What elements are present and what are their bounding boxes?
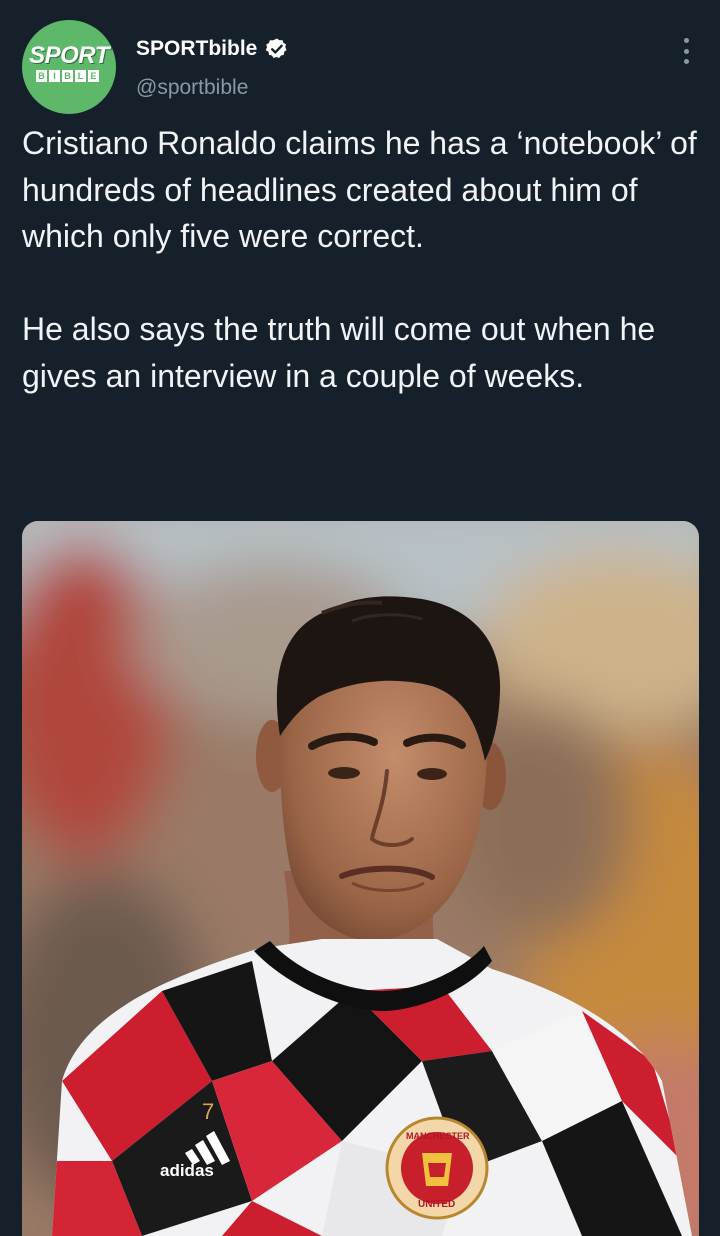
tweet-media-photo[interactable]: adidas 7 MANCHESTER UNITED: [22, 521, 699, 1236]
more-dot: [683, 38, 689, 43]
more-dot: [683, 48, 689, 54]
account-handle[interactable]: @sportbible: [136, 75, 289, 101]
tweet: SPORT B I B L E SPORTbible @sportbible C…: [0, 0, 720, 1236]
tweet-text: Cristiano Ronaldo claims he has a ‘noteb…: [22, 125, 697, 394]
verified-badge-icon: [266, 38, 287, 58]
avatar-logo-letter: L: [75, 70, 86, 82]
avatar[interactable]: SPORT B I B L E: [22, 20, 116, 114]
adidas-wordmark: adidas: [160, 1161, 214, 1180]
crest-text-bottom: UNITED: [418, 1199, 455, 1210]
avatar-logo-letter: E: [88, 70, 99, 82]
club-crest: MANCHESTER UNITED: [385, 1116, 489, 1220]
avatar-logo-letter: B: [36, 70, 47, 82]
account-name-block: SPORTbible @sportbible: [136, 36, 289, 101]
avatar-logo-bible: B I B L E: [36, 70, 99, 82]
shirt-number: 7: [202, 1099, 214, 1124]
avatar-logo-letter: I: [49, 70, 60, 82]
avatar-logo-sport: SPORT: [29, 42, 109, 69]
display-name-row[interactable]: SPORTbible: [136, 36, 289, 62]
more-dot: [683, 59, 689, 64]
tweet-header: SPORT B I B L E SPORTbible @sportbible: [22, 20, 698, 116]
crest-text-top: MANCHESTER: [406, 1131, 470, 1141]
display-name[interactable]: SPORTbible: [136, 36, 257, 62]
photo-illustration: adidas 7 MANCHESTER UNITED: [22, 521, 699, 1236]
more-options-icon[interactable]: [682, 38, 690, 64]
avatar-logo-letter: B: [62, 70, 73, 82]
